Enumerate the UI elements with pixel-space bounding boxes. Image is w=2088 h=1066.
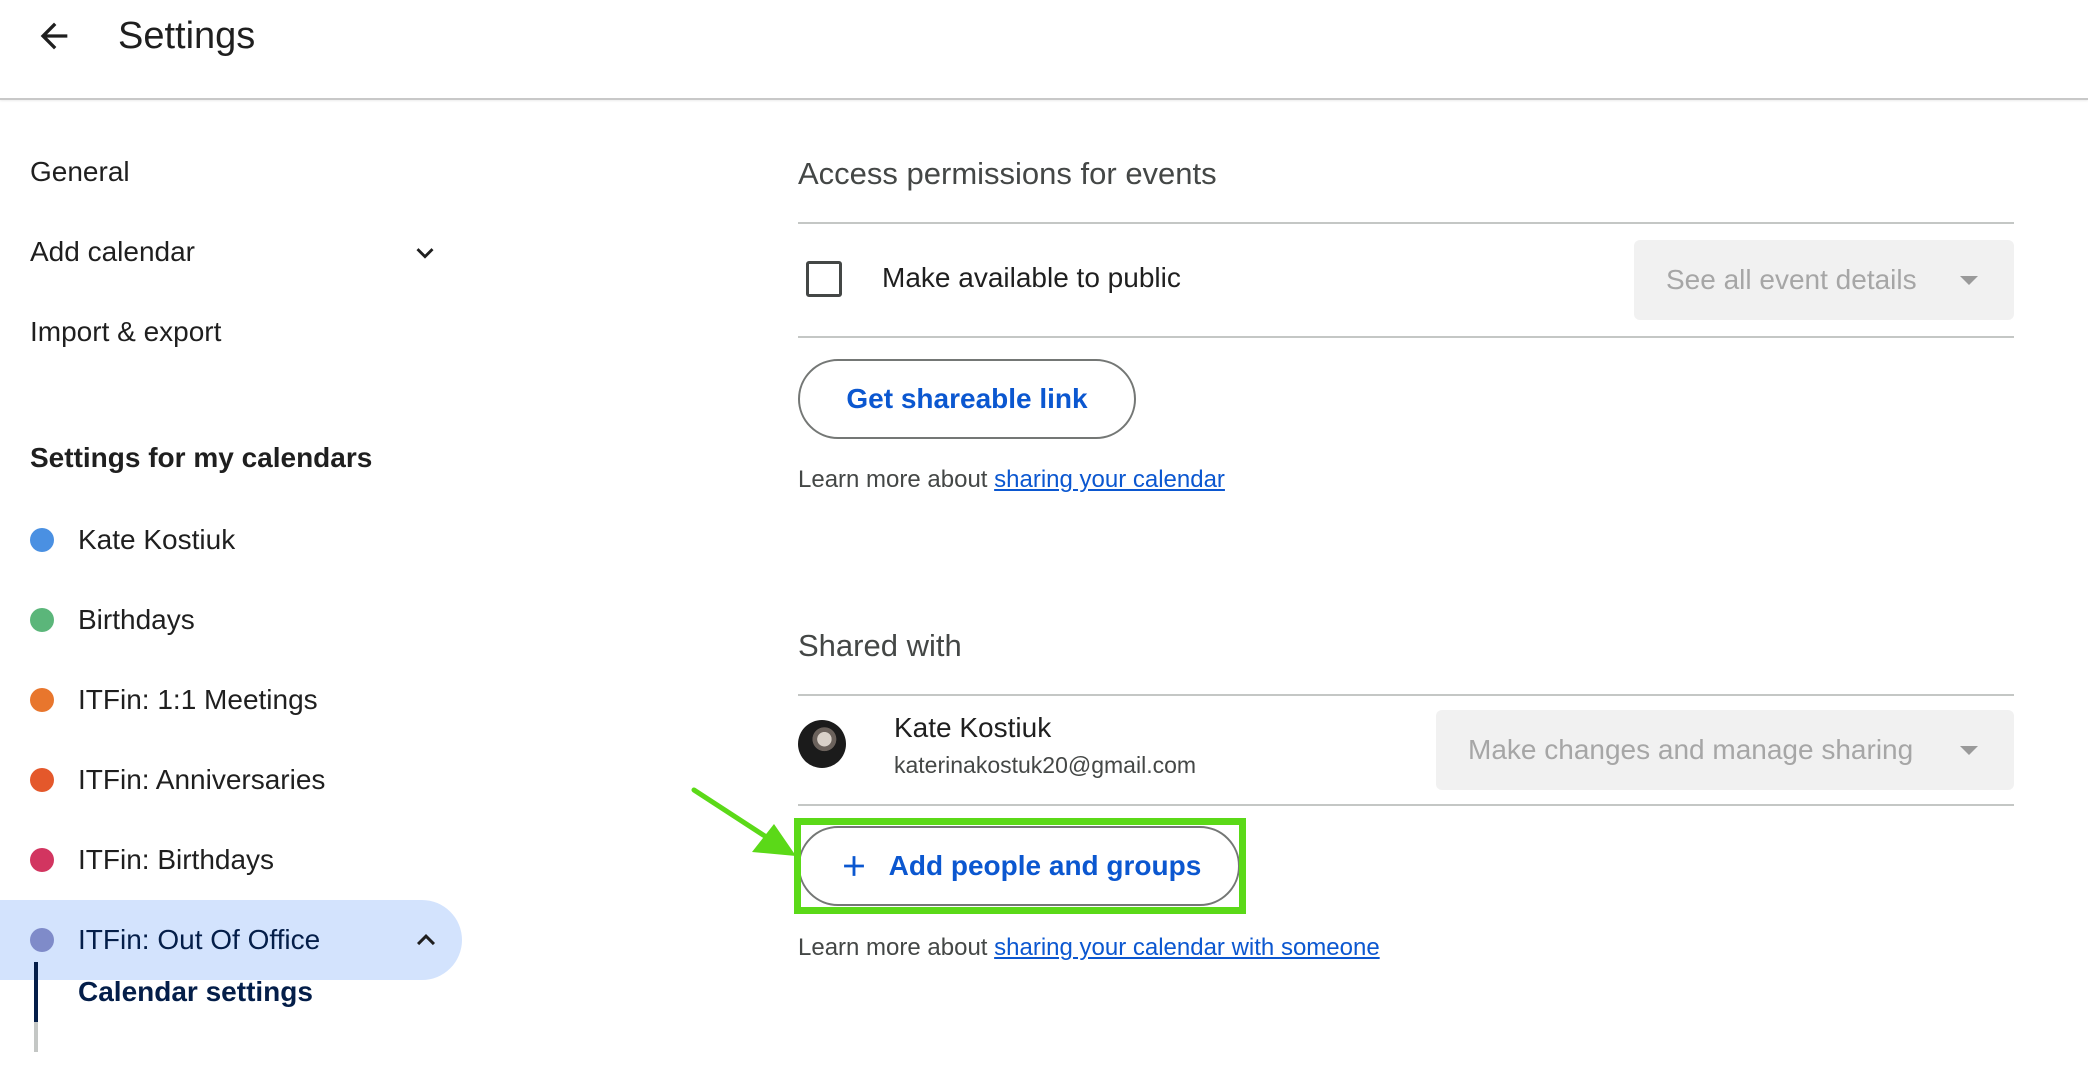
dropdown-arrow-icon [1960, 276, 1978, 285]
divider [798, 222, 2014, 224]
calendar-color-dot [30, 608, 54, 632]
calendar-label: Birthdays [78, 604, 195, 635]
top-app-bar: Settings [0, 0, 2088, 100]
calendar-label: ITFin: Out Of Office [78, 924, 321, 955]
calendar-label: Kate Kostiuk [78, 524, 236, 555]
divider [798, 804, 2014, 806]
back-button[interactable] [26, 8, 82, 64]
permission-select[interactable]: Make changes and manage sharing [1436, 710, 2014, 790]
learn-more-prefix: Learn more about [798, 466, 995, 493]
sharing-your-calendar-link[interactable]: sharing your calendar [994, 466, 1225, 493]
calendar-color-dot [30, 848, 54, 872]
sidebar-item-label: Import & export [30, 316, 222, 347]
make-public-label: Make available to public [882, 262, 1181, 293]
select-value: Make changes and manage sharing [1468, 734, 1914, 765]
subitem-track [34, 1022, 38, 1052]
green-arrow-icon [691, 787, 796, 856]
sidebar-item-calendar[interactable]: ITFin: Birthdays [0, 820, 462, 900]
sidebar-item-calendar[interactable]: Birthdays [0, 580, 462, 660]
sidebar-item-label: Add calendar [30, 236, 196, 267]
settings-sidebar: General Add calendar Import & export Set… [0, 100, 470, 1066]
arrow-back-icon [40, 22, 68, 50]
calendar-label: ITFin: Birthdays [78, 844, 275, 875]
learn-more-sharing: Learn more about sharing your calendar [798, 466, 1225, 494]
dropdown-arrow-icon [1960, 746, 1978, 755]
sidebar-item-calendar[interactable]: ITFin: 1:1 Meetings [0, 660, 462, 740]
make-public-checkbox[interactable] [806, 261, 842, 297]
event-details-select[interactable]: See all event details [1634, 240, 2014, 320]
avatar [798, 720, 846, 768]
calendar-label: ITFin: Anniversaries [78, 764, 326, 795]
chevron-down-icon[interactable] [408, 236, 442, 270]
divider [798, 694, 2014, 696]
access-permissions-heading: Access permissions for events [798, 156, 1217, 191]
active-indicator [34, 962, 38, 1022]
calendar-label: ITFin: 1:1 Meetings [78, 684, 318, 715]
sidebar-item-calendar-selected[interactable]: ITFin: Out Of Office [0, 900, 462, 980]
plus-icon [843, 856, 864, 876]
calendar-color-dot [30, 528, 54, 552]
sidebar-subitem-label: Calendar settings [78, 976, 313, 1007]
calendar-color-dot [30, 688, 54, 712]
select-value: See all event details [1666, 264, 1917, 295]
add-people-and-groups-button[interactable]: Add people and groups [798, 826, 1240, 906]
sidebar-item-general[interactable]: General [0, 132, 462, 212]
settings-main-content: Access permissions for events Make avail… [798, 100, 2014, 1066]
sharing-your-calendar-with-someone-link[interactable]: sharing your calendar with someone [994, 934, 1380, 961]
divider [798, 336, 2014, 338]
chevron-up-icon[interactable] [408, 922, 444, 958]
add-people-label: Add people and groups [888, 850, 1202, 881]
calendar-color-dot [30, 768, 54, 792]
sidebar-subitem-calendar-settings[interactable]: Calendar settings [0, 962, 462, 1052]
learn-more-prefix: Learn more about [798, 934, 995, 961]
shared-person-name: Kate Kostiuk [894, 712, 1052, 743]
sidebar-item-calendar[interactable]: Kate Kostiuk [0, 500, 462, 580]
calendar-color-dot [30, 928, 54, 952]
sidebar-item-import-export[interactable]: Import & export [0, 292, 462, 372]
shared-person-email: katerinakostuk20@gmail.com [894, 752, 1197, 778]
learn-more-sharing-someone: Learn more about sharing your calendar w… [798, 934, 1380, 962]
my-calendars-heading: Settings for my calendars [30, 442, 373, 473]
sidebar-item-add-calendar[interactable]: Add calendar [0, 212, 462, 292]
page-title: Settings [118, 15, 256, 57]
sidebar-item-calendar[interactable]: ITFin: Anniversaries [0, 740, 462, 820]
shared-with-heading: Shared with [798, 628, 962, 663]
sidebar-item-label: General [30, 156, 130, 187]
get-shareable-link-button[interactable]: Get shareable link [798, 359, 1136, 439]
